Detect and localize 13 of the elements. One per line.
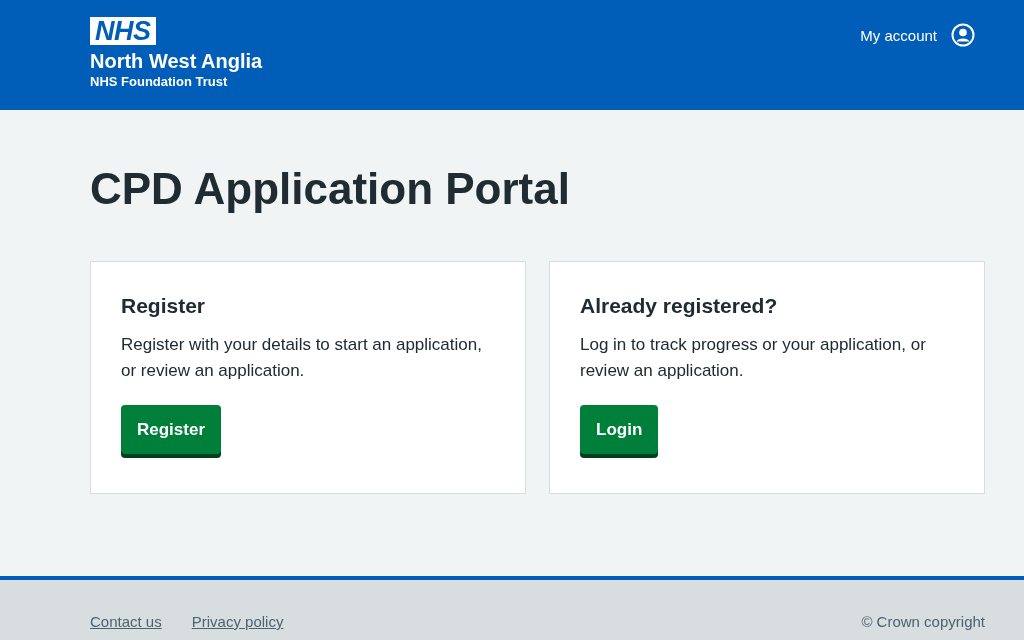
card-text: Register with your details to start an application, or review an application. [121,334,483,382]
card-title: Already registered? [580,294,779,318]
copyright-text: © Crown copyright [861,613,985,630]
footer-link[interactable]: Privacy policy [191,613,284,630]
organisation-name: North West Anglia [90,50,263,73]
account-icon[interactable] [951,23,975,47]
page-title: CPD Application Portal [90,163,571,215]
trust-name: NHS Foundation Trust [90,74,228,89]
card-title: Register [121,294,207,318]
card-text: Log in to track progress or your application, or review an application. [580,334,927,382]
nhs-logo[interactable]: NHS [90,17,156,45]
account-link[interactable]: My account [860,27,937,44]
footer-link[interactable]: Contact us [90,613,162,630]
